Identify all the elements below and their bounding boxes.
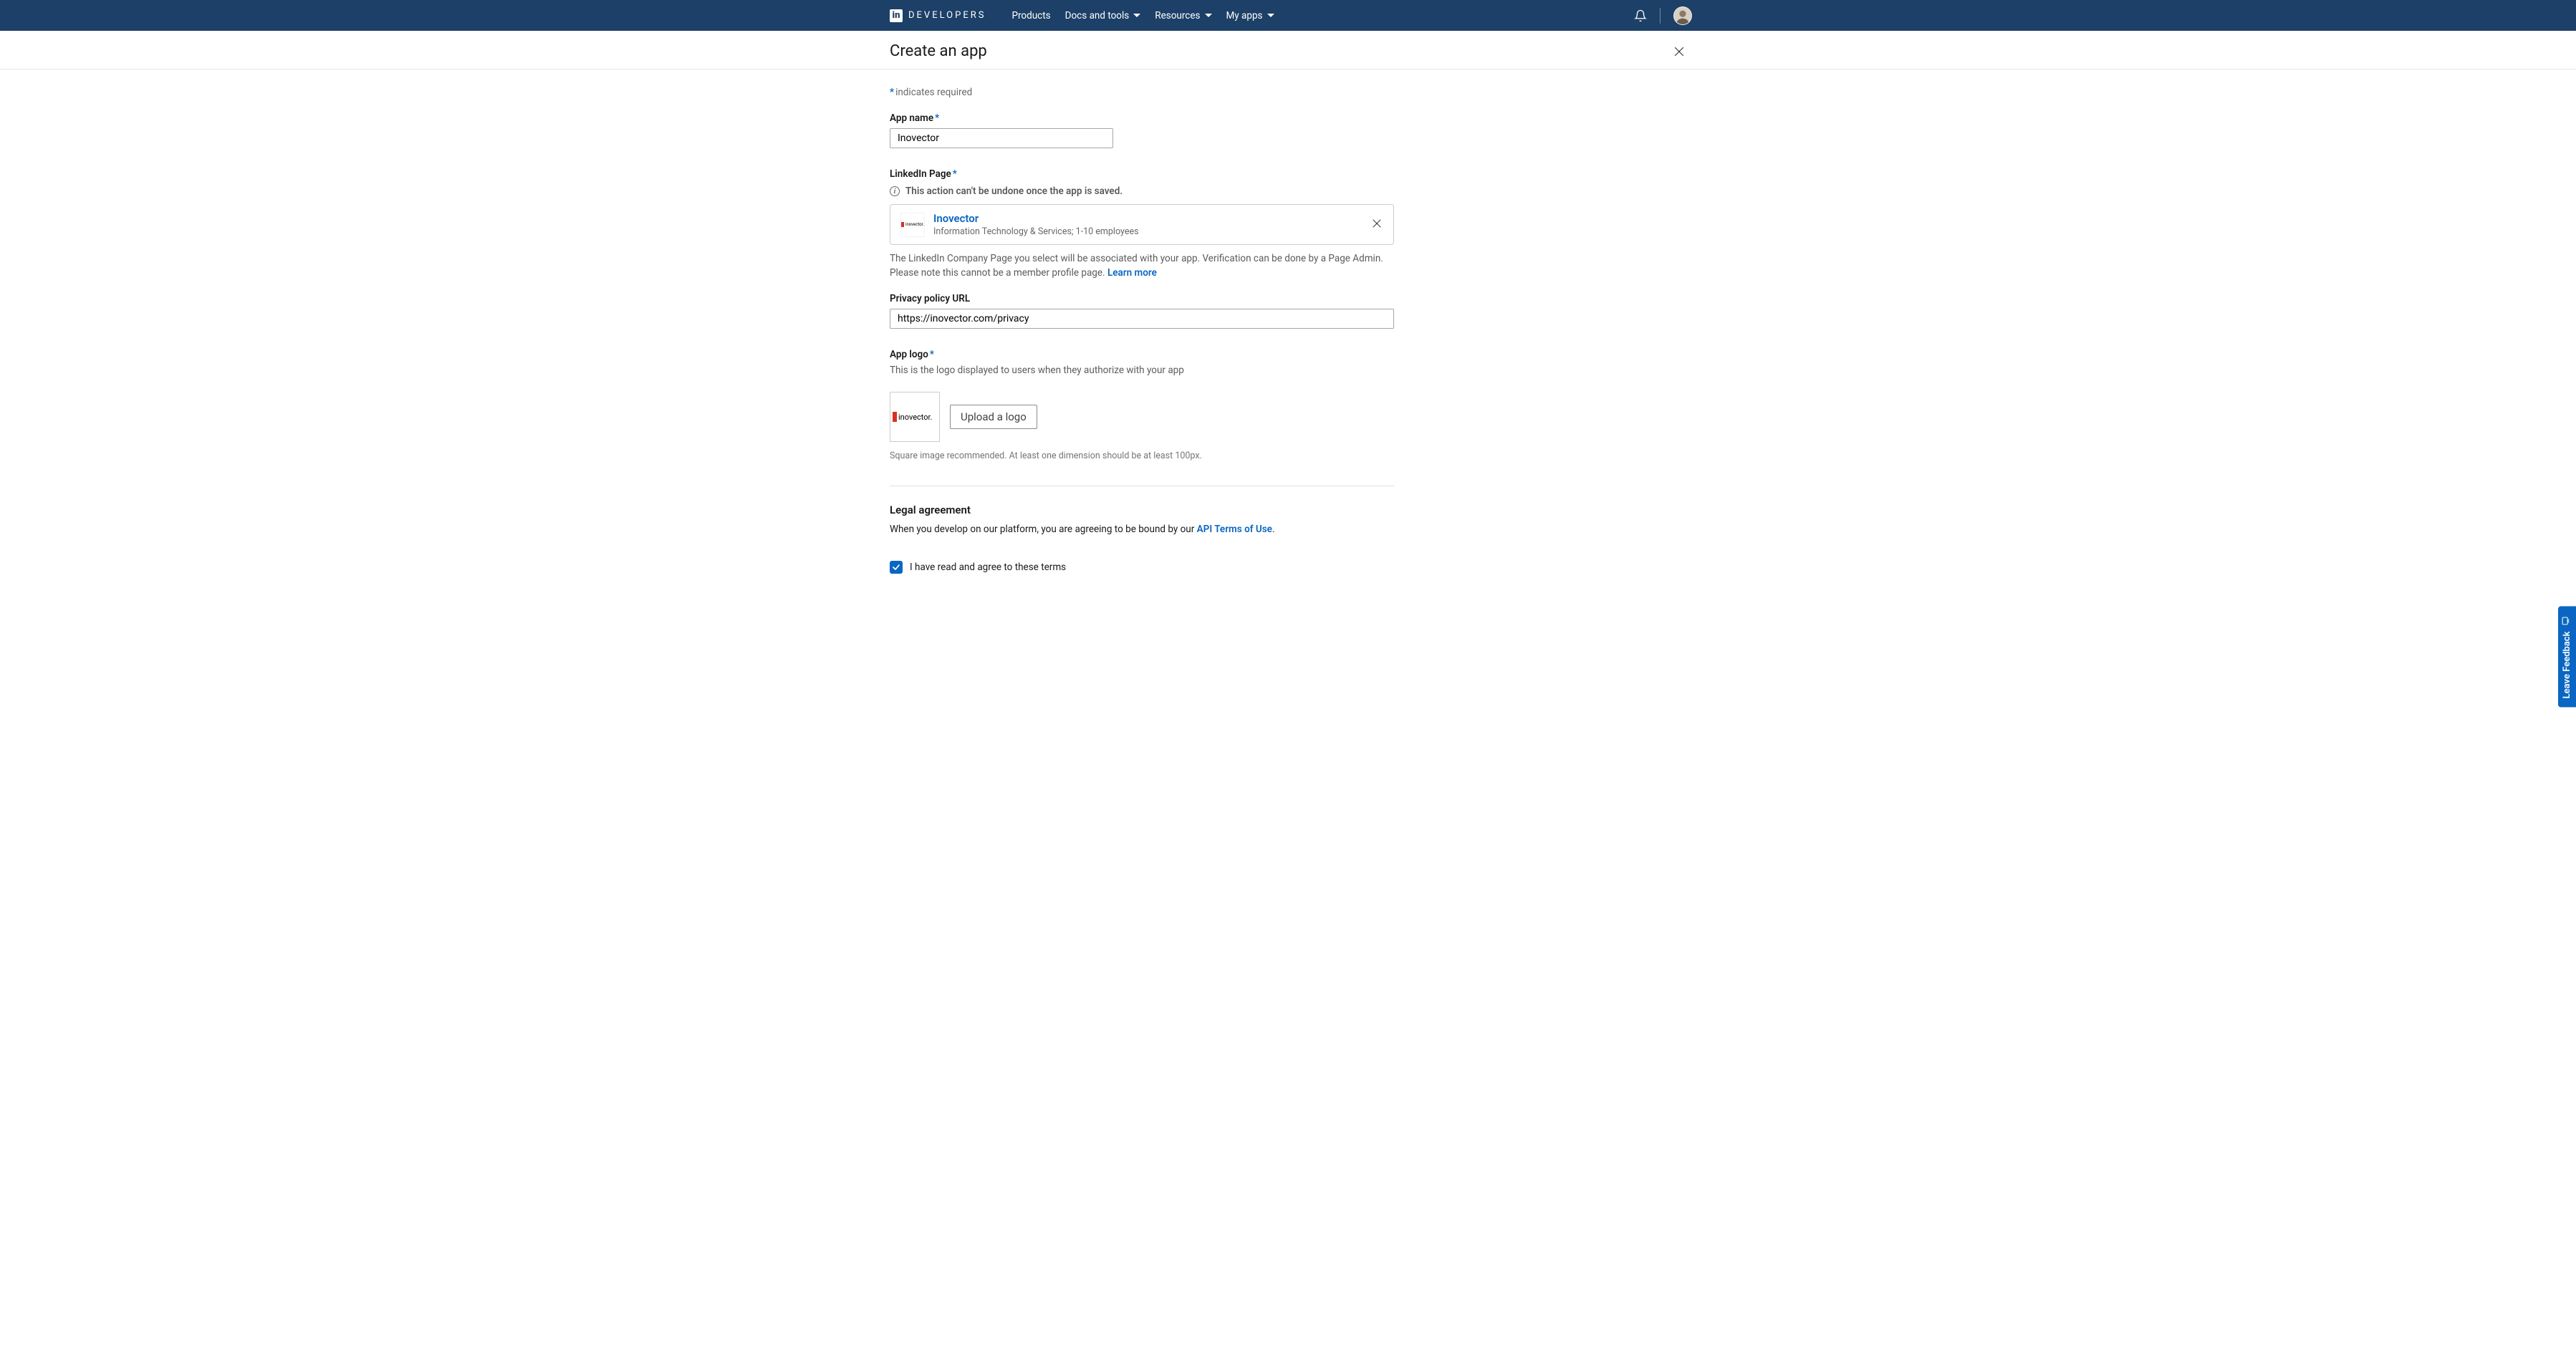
learn-more-link[interactable]: Learn more [1107,267,1157,279]
nav-label: Resources [1155,10,1200,21]
notifications-icon[interactable] [1634,9,1647,22]
undo-warning: i This action can't be undone once the a… [890,186,1394,197]
form-content: *indicates required App name* LinkedIn P… [884,69,1692,602]
agree-checkbox-row: I have read and agree to these terms [890,561,1394,574]
feedback-icon [2561,616,2573,625]
app-logo-label: App logo* [890,349,1394,360]
nav-label: Products [1011,10,1050,21]
chevron-down-icon [1205,14,1212,17]
app-logo-desc: This is the logo displayed to users when… [890,365,1394,376]
title-bar: Create an app [0,31,2576,69]
chevron-down-icon [1133,14,1140,17]
logo-row: inovector. Upload a logo [890,392,1394,442]
logo-preview-text: inovector. [898,413,933,422]
avatar[interactable] [1673,6,1692,25]
agree-checkbox[interactable] [890,561,903,574]
selected-company-card: inovector. Inovector Information Technol… [890,204,1394,245]
required-hint: *indicates required [890,87,1394,98]
logo-hint: Square image recommended. At least one d… [890,451,1394,461]
linkedin-page-help: The LinkedIn Company Page you select wil… [890,252,1394,280]
privacy-url-label: Privacy policy URL [890,293,1394,304]
logo-swatch [901,222,904,227]
privacy-url-input[interactable] [890,309,1394,329]
legal-text: When you develop on our platform, you ar… [890,524,1394,535]
close-icon[interactable] [1672,44,1686,59]
company-logo-text: inovector. [905,222,924,227]
top-nav: in DEVELOPERS Products Docs and tools Re… [0,0,2576,31]
app-name-input[interactable] [890,128,1113,148]
legal-title: Legal agreement [890,504,1394,516]
company-subtitle: Information Technology & Services; 1-10 … [933,226,1362,237]
company-logo: inovector. [900,213,925,237]
remove-company-icon[interactable] [1370,217,1383,233]
nav-right [1634,6,1692,25]
company-info: Inovector Information Technology & Servi… [933,212,1362,237]
warning-text: This action can't be undone once the app… [905,186,1123,197]
brand-logo[interactable]: in DEVELOPERS [890,9,986,22]
app-name-label: App name* [890,112,1394,124]
linkedin-page-label: LinkedIn Page* [890,168,1394,180]
nav-links: Products Docs and tools Resources My app… [1011,10,1274,21]
feedback-tab[interactable]: Leave Feedback [2558,606,2576,707]
logo-swatch [893,412,897,422]
info-icon: i [890,186,900,196]
company-name[interactable]: Inovector [933,212,1362,225]
nav-my-apps[interactable]: My apps [1226,10,1274,21]
agree-checkbox-label: I have read and agree to these terms [910,562,1066,573]
nav-resources[interactable]: Resources [1155,10,1211,21]
brand-text: DEVELOPERS [908,10,986,21]
feedback-label: Leave Feedback [2562,631,2572,698]
logo-preview: inovector. [890,392,940,442]
linkedin-logo-icon: in [890,9,903,22]
upload-logo-button[interactable]: Upload a logo [950,405,1037,429]
nav-divider [1660,8,1661,24]
api-terms-link[interactable]: API Terms of Use [1197,524,1272,535]
nav-products[interactable]: Products [1011,10,1050,21]
page-title: Create an app [890,42,987,60]
nav-label: My apps [1226,10,1263,21]
nav-docs-tools[interactable]: Docs and tools [1065,10,1141,21]
nav-label: Docs and tools [1065,10,1130,21]
chevron-down-icon [1267,14,1274,17]
nav-inner: in DEVELOPERS Products Docs and tools Re… [884,6,1692,25]
